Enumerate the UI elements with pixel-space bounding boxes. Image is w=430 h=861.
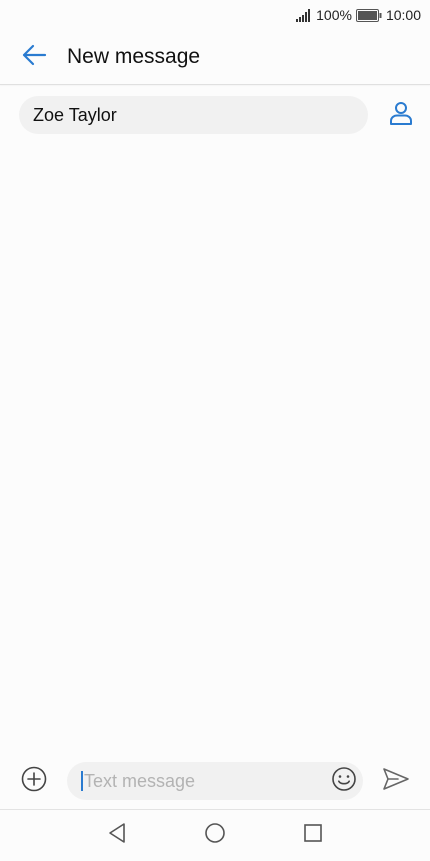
add-circle-icon <box>21 766 47 797</box>
recipient-name: Zoe Taylor <box>33 104 117 125</box>
nav-home-icon <box>204 822 226 849</box>
emoji-button[interactable] <box>331 766 357 797</box>
signal-icon <box>296 8 312 22</box>
text-cursor <box>81 771 83 791</box>
nav-recents-button[interactable] <box>301 824 325 848</box>
page-title: New message <box>67 45 201 68</box>
recipient-row: Zoe Taylor <box>19 95 430 135</box>
message-field[interactable] <box>67 762 363 800</box>
back-arrow-icon <box>21 44 47 71</box>
contact-icon <box>388 100 414 131</box>
back-button[interactable] <box>16 39 52 75</box>
compose-bar <box>0 760 430 802</box>
battery-percent: 100% <box>316 7 352 23</box>
app-bar: New message <box>0 30 430 85</box>
nav-back-button[interactable] <box>105 822 129 849</box>
system-navigation-bar <box>0 809 430 861</box>
emoji-icon <box>331 766 357 797</box>
attach-button[interactable] <box>19 766 49 796</box>
send-button[interactable] <box>381 766 411 796</box>
contact-picker-button[interactable] <box>386 100 416 130</box>
nav-home-button[interactable] <box>203 822 227 849</box>
send-icon <box>382 767 410 796</box>
nav-recents-icon <box>303 823 323 848</box>
message-input[interactable] <box>84 770 304 792</box>
battery-icon <box>355 8 382 22</box>
nav-back-icon <box>107 822 127 849</box>
clock: 10:00 <box>385 7 421 23</box>
status-bar: 100% 10:00 <box>0 0 430 30</box>
recipient-field[interactable]: Zoe Taylor <box>19 96 368 134</box>
